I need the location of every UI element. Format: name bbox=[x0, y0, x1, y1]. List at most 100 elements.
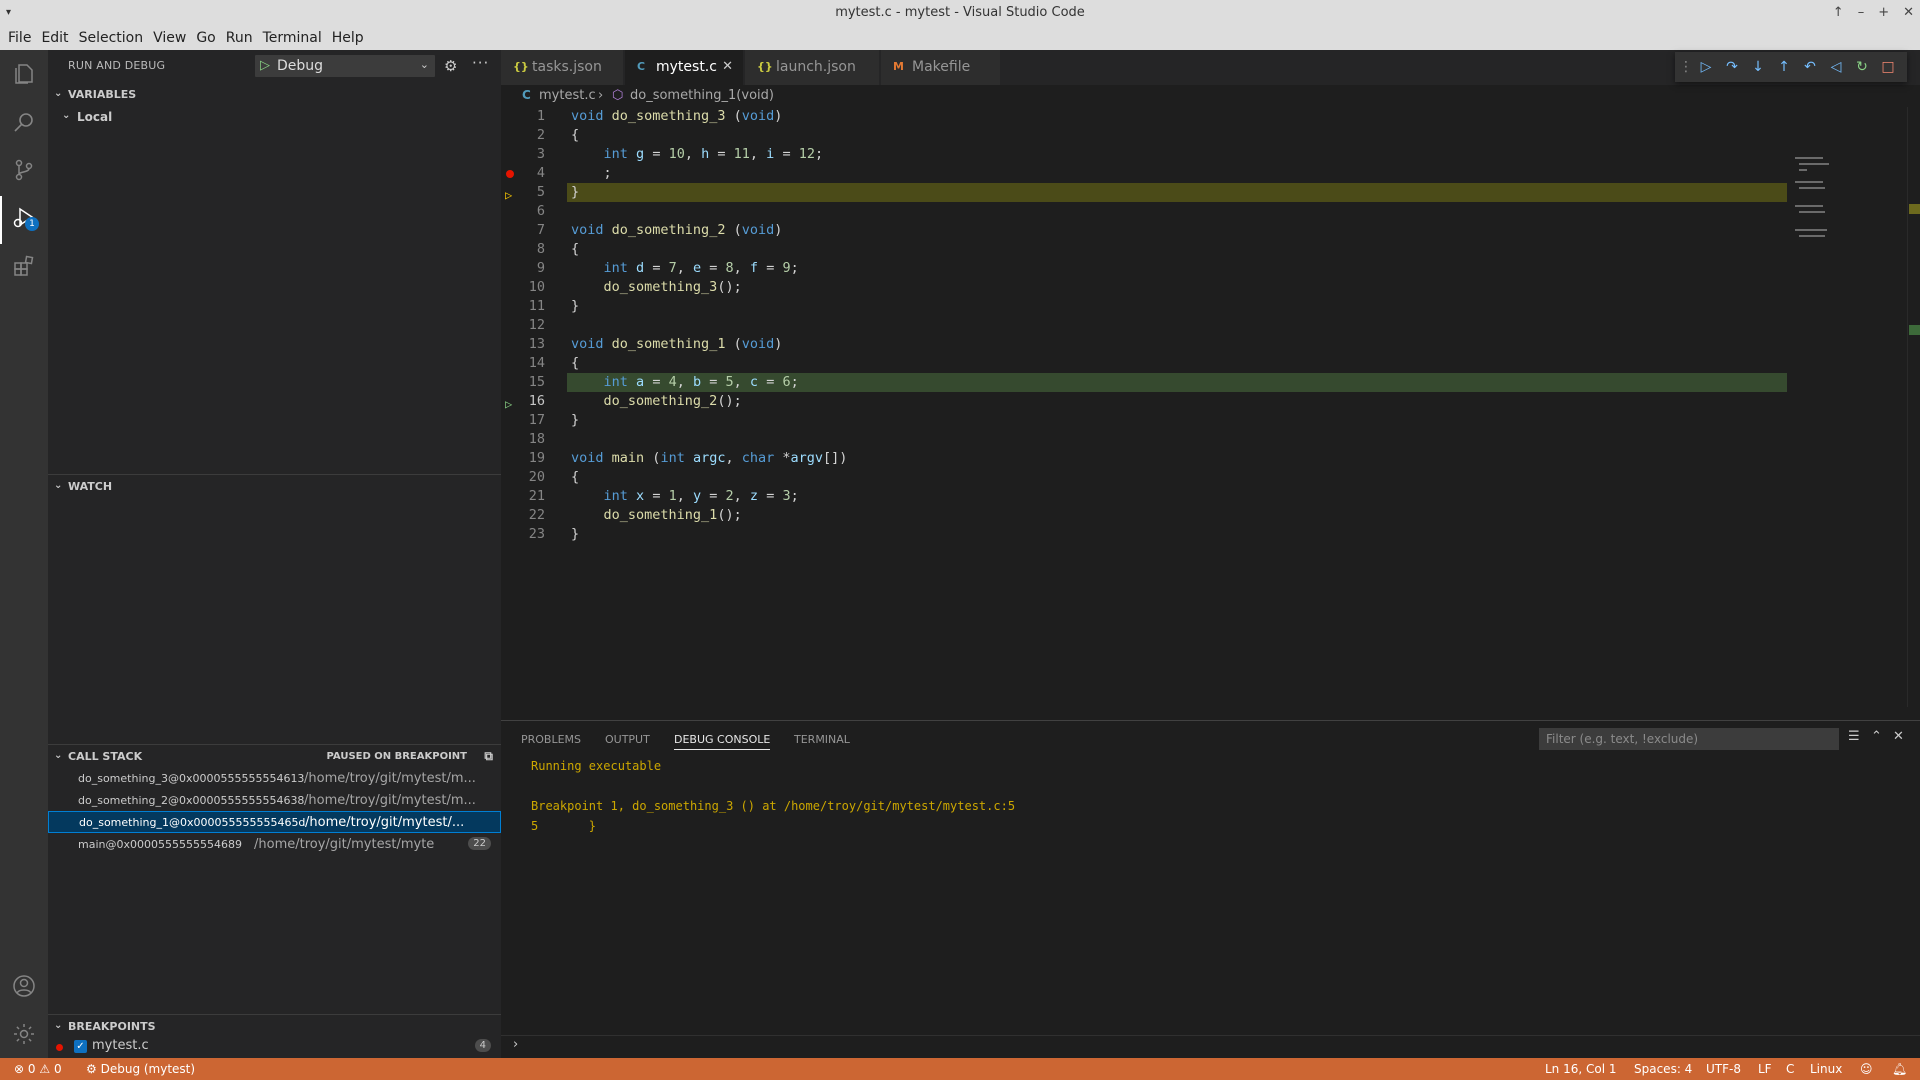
collapse-all-icon[interactable]: ⧉ bbox=[484, 749, 493, 764]
breadcrumb-symbol[interactable]: do_something_1(void) bbox=[630, 88, 774, 103]
source-control-icon[interactable] bbox=[12, 158, 36, 182]
breakpoint-item[interactable]: ✓ mytest.c 4 bbox=[48, 1036, 501, 1058]
continue-icon[interactable]: ▷ bbox=[1697, 58, 1715, 76]
watch-section-header[interactable]: ⌄ WATCH bbox=[48, 476, 501, 498]
maximize-panel-icon[interactable]: ⌃ bbox=[1871, 729, 1882, 744]
menu-go[interactable]: Go bbox=[192, 30, 219, 46]
menu-edit[interactable]: Edit bbox=[37, 30, 72, 46]
console-line: Breakpoint 1, do_something_3 () at /home… bbox=[531, 799, 1016, 813]
chevron-down-icon: ⌄ bbox=[54, 480, 63, 491]
open-launch-json-gear-icon[interactable]: ⚙ bbox=[444, 57, 457, 75]
code-editor[interactable]: 1 void do_something_3 (void) 2{ 3 int g =… bbox=[501, 107, 1920, 707]
indentation[interactable]: Spaces: 4 bbox=[1634, 1062, 1692, 1076]
app-menu-icon[interactable]: ▾ bbox=[6, 0, 11, 26]
frame-path: /home/troy/git/mytest/m... bbox=[304, 793, 476, 808]
code-line: 1 void do_something_3 (void) bbox=[536, 108, 783, 124]
panel-tab-problems[interactable]: PROBLEMS bbox=[521, 733, 581, 746]
debug-session-status[interactable]: ⚙ Debug (mytest) bbox=[86, 1062, 195, 1076]
menu-help[interactable]: Help bbox=[328, 30, 368, 46]
menu-run[interactable]: Run bbox=[222, 30, 257, 46]
breakpoint-enabled-checkbox[interactable]: ✓ bbox=[74, 1040, 87, 1053]
reverse-continue-icon[interactable]: ◁ bbox=[1827, 58, 1845, 76]
frame-function: main@0x0000555555554689 bbox=[78, 838, 242, 851]
restart-icon[interactable]: ↻ bbox=[1853, 58, 1871, 76]
menu-file[interactable]: File bbox=[4, 30, 35, 46]
language-mode[interactable]: C bbox=[1786, 1062, 1794, 1076]
tab-mytest-c[interactable]: C mytest.c ✕ bbox=[625, 50, 744, 85]
stack-frame-selected[interactable]: do_something_1@0x000055555555465d /home/… bbox=[48, 811, 501, 833]
stop-icon[interactable]: □ bbox=[1879, 58, 1897, 76]
window-pin-icon[interactable]: ↑ bbox=[1833, 0, 1844, 26]
step-out-icon[interactable]: ↑ bbox=[1775, 58, 1793, 76]
code-line: 17} bbox=[528, 412, 580, 428]
editor-scrollbar[interactable] bbox=[1907, 107, 1920, 707]
run-debug-sidebar: RUN AND DEBUG ▷ Debug ⌄ ⚙ ··· ⌄ VARIABLE… bbox=[48, 50, 501, 1058]
drag-handle-icon[interactable]: ⋮ bbox=[1677, 58, 1695, 76]
close-tab-icon[interactable]: ✕ bbox=[722, 59, 733, 74]
console-filter-input[interactable]: Filter (e.g. text, !exclude) bbox=[1539, 728, 1839, 750]
watch-title: WATCH bbox=[68, 480, 113, 493]
callstack-section-header[interactable]: ⌄ CALL STACK PAUSED ON BREAKPOINT ⧉ bbox=[48, 746, 501, 768]
step-into-icon[interactable]: ↓ bbox=[1749, 58, 1767, 76]
start-debug-icon[interactable]: ▷ bbox=[260, 58, 270, 73]
chevron-down-icon: ⌄ bbox=[419, 58, 429, 71]
extensions-icon[interactable] bbox=[12, 254, 36, 278]
minimap[interactable] bbox=[1795, 107, 1907, 707]
breadcrumb: C mytest.c › ⬡ do_something_1(void) bbox=[501, 85, 1920, 107]
frame-path: /home/troy/git/mytest/mytest.c bbox=[254, 837, 434, 852]
tab-tasks-json[interactable]: {} tasks.json bbox=[501, 50, 624, 85]
menu-terminal[interactable]: Terminal bbox=[259, 30, 326, 46]
chevron-down-icon: ⌄ bbox=[62, 110, 71, 121]
menu-selection[interactable]: Selection bbox=[75, 30, 148, 46]
debug-config-select[interactable]: ▷ Debug ⌄ bbox=[255, 55, 435, 77]
variables-section-header[interactable]: ⌄ VARIABLES bbox=[48, 84, 501, 106]
accounts-icon[interactable] bbox=[12, 974, 36, 998]
panel-tab-output[interactable]: OUTPUT bbox=[605, 733, 650, 746]
close-window-icon[interactable]: ✕ bbox=[1903, 0, 1914, 26]
variables-scope-local[interactable]: ⌄ Local bbox=[48, 106, 501, 128]
cursor-position[interactable]: Ln 16, Col 1 bbox=[1545, 1062, 1617, 1076]
manage-gear-icon[interactable] bbox=[12, 1022, 36, 1046]
minimize-icon[interactable]: – bbox=[1858, 0, 1865, 26]
console-input-chevron-icon[interactable]: › bbox=[513, 1037, 518, 1052]
close-panel-icon[interactable]: ✕ bbox=[1893, 729, 1904, 744]
warning-icon: ⚠ bbox=[39, 1062, 51, 1076]
step-back-icon[interactable]: ↶ bbox=[1801, 58, 1819, 76]
menu-view[interactable]: View bbox=[149, 30, 190, 46]
code-line: 8{ bbox=[536, 241, 580, 257]
sidebar-title: RUN AND DEBUG bbox=[68, 59, 166, 72]
notifications-bell-icon[interactable]: 🔔︎ bbox=[1892, 1062, 1907, 1076]
breakpoints-section-header[interactable]: ⌄ BREAKPOINTS bbox=[48, 1016, 501, 1038]
chevron-down-icon: ⌄ bbox=[54, 1020, 63, 1031]
maximize-icon[interactable]: + bbox=[1878, 0, 1889, 26]
frame-function: do_something_3@0x0000555555554613 bbox=[78, 772, 305, 785]
tab-launch-json[interactable]: {} launch.json bbox=[745, 50, 880, 85]
search-icon[interactable] bbox=[12, 110, 36, 134]
stack-frame[interactable]: do_something_3@0x0000555555554613 /home/… bbox=[48, 768, 501, 790]
step-over-icon[interactable]: ↷ bbox=[1723, 58, 1741, 76]
bottom-panel: PROBLEMS OUTPUT DEBUG CONSOLE TERMINAL F… bbox=[501, 720, 1920, 1058]
warning-count: 0 bbox=[53, 1062, 62, 1076]
encoding[interactable]: UTF-8 bbox=[1706, 1062, 1741, 1076]
clear-console-icon[interactable]: ☰ bbox=[1848, 729, 1860, 744]
divider bbox=[48, 1014, 501, 1015]
platform[interactable]: Linux bbox=[1810, 1062, 1842, 1076]
activity-bar: 1 bbox=[0, 50, 48, 1058]
stack-frame[interactable]: do_something_2@0x0000555555554638 /home/… bbox=[48, 790, 501, 812]
scrollbar-marker bbox=[1909, 204, 1920, 214]
end-of-line[interactable]: LF bbox=[1758, 1062, 1772, 1076]
function-symbol-icon: ⬡ bbox=[612, 88, 624, 103]
problems-status[interactable]: ⊗ 0 ⚠ 0 bbox=[14, 1062, 62, 1076]
feedback-icon[interactable]: ☺ bbox=[1860, 1062, 1873, 1076]
tab-label: mytest.c bbox=[656, 59, 717, 75]
explorer-icon[interactable] bbox=[12, 62, 36, 86]
tab-makefile[interactable]: M Makefile bbox=[881, 50, 1001, 85]
editor-tabs: {} tasks.json C mytest.c ✕ {} launch.jso… bbox=[501, 50, 1920, 85]
panel-tab-debug-console[interactable]: DEBUG CONSOLE bbox=[674, 733, 771, 750]
divider bbox=[501, 1035, 1920, 1036]
panel-tab-terminal[interactable]: TERMINAL bbox=[794, 733, 850, 746]
more-actions-icon[interactable]: ··· bbox=[472, 54, 489, 72]
stack-frame[interactable]: main@0x0000555555554689 /home/troy/git/m… bbox=[48, 834, 501, 856]
json-file-icon: {} bbox=[757, 60, 773, 73]
breadcrumb-file[interactable]: mytest.c bbox=[539, 88, 596, 103]
